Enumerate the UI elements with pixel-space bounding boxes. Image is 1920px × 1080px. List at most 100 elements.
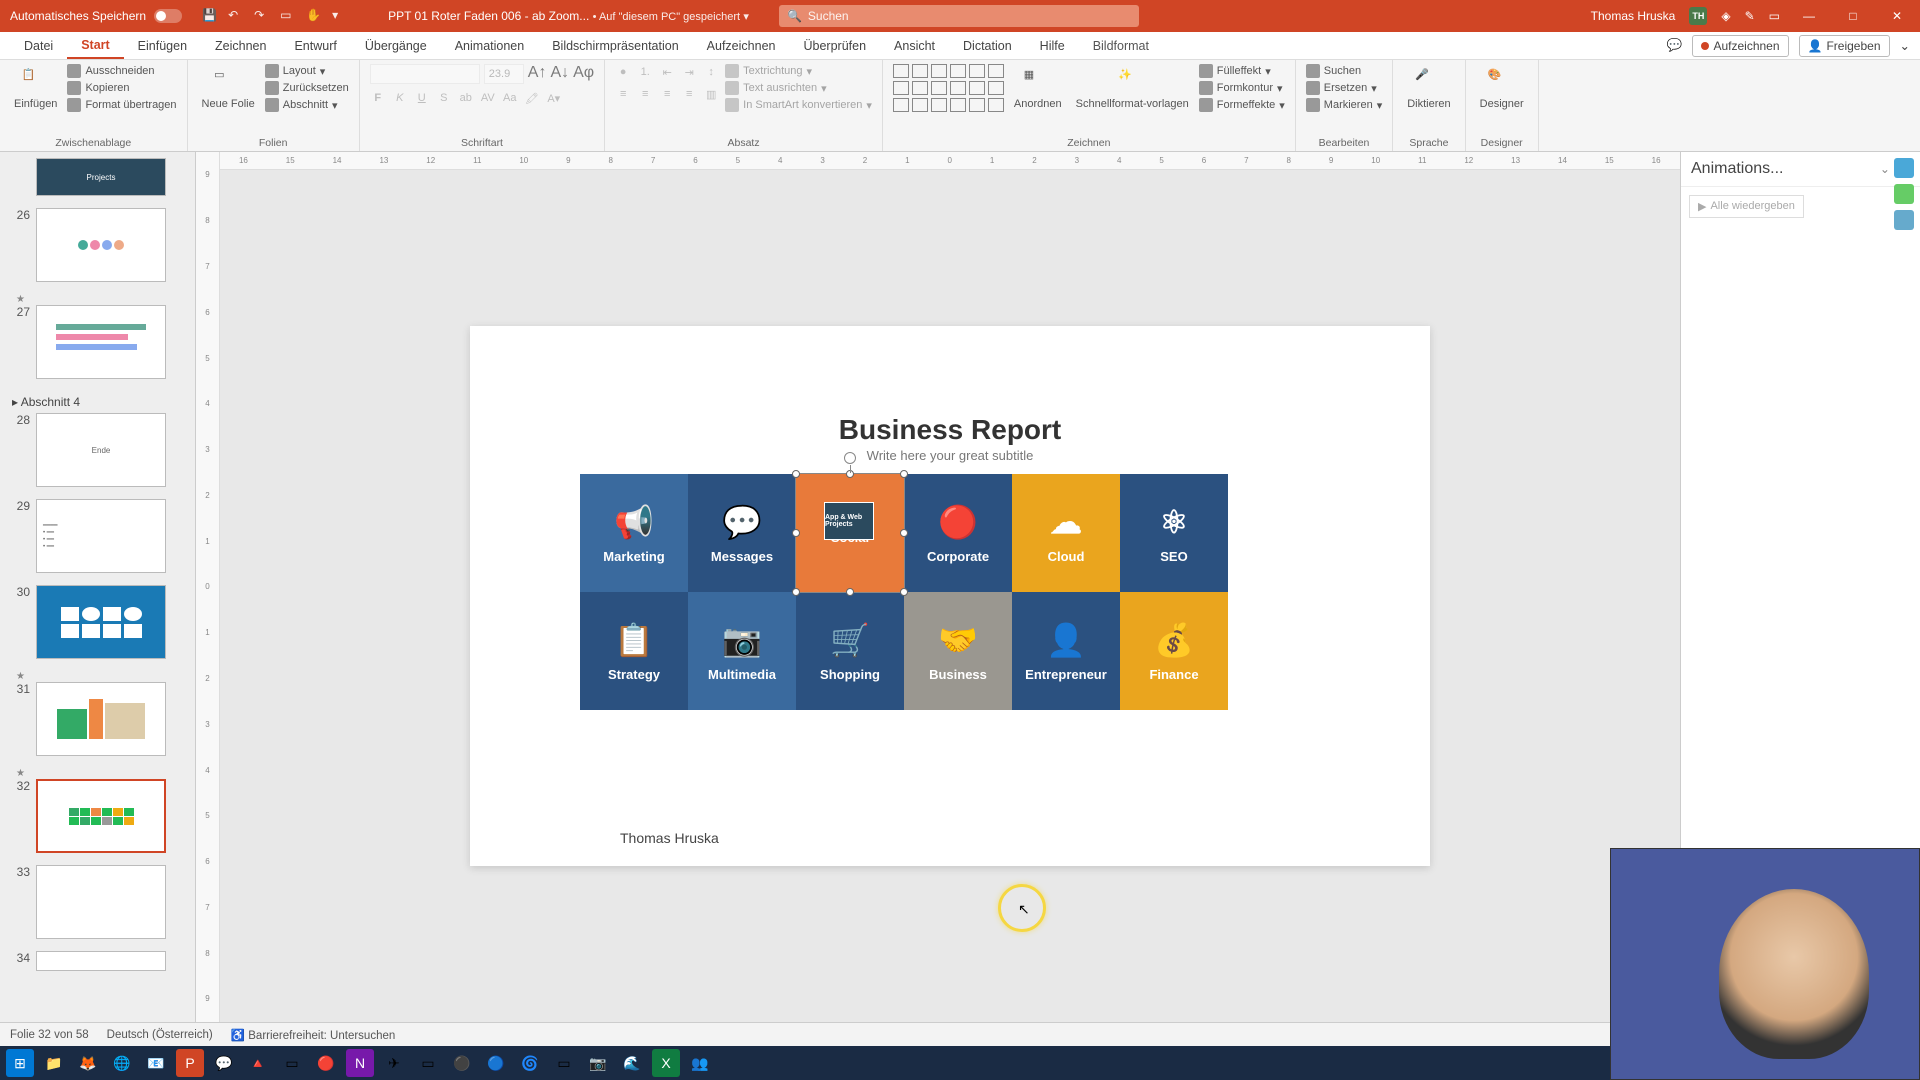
section-header[interactable]: ▸ Abschnitt 4 [12,391,183,413]
app-icon-8[interactable]: 📷 [584,1049,612,1077]
search-box[interactable]: 🔍 [779,5,1139,27]
edge-icon[interactable]: 🌊 [618,1049,646,1077]
tile-entrepreneur[interactable]: 👤Entrepreneur [1012,592,1120,710]
save-icon[interactable]: 💾 [202,8,218,24]
slide-thumb-30[interactable] [36,585,166,659]
tile-messages[interactable]: 💬Messages [688,474,796,592]
bold-button[interactable]: F [370,90,386,106]
telegram-icon[interactable]: ✈ [380,1049,408,1077]
align-right-icon[interactable]: ≡ [659,86,675,102]
numbering-icon[interactable]: 1. [637,64,653,80]
start-button[interactable]: ⊞ [6,1049,34,1077]
explorer-icon[interactable]: 📁 [40,1049,68,1077]
font-family-input[interactable] [370,64,480,84]
shape-fill-button[interactable]: Fülleffekt ▾ [1199,64,1285,78]
tab-bildformat[interactable]: Bildformat [1079,34,1163,58]
align-text-button[interactable]: Text ausrichten ▾ [725,81,872,95]
tab-bildschirm[interactable]: Bildschirmpräsentation [538,34,692,58]
drawing-tool-icon[interactable]: ✎ [1745,9,1755,23]
dictate-button[interactable]: 🎤Diktieren [1403,64,1454,114]
app-icon-6[interactable]: 🌀 [516,1049,544,1077]
slide-thumb-26[interactable] [36,208,166,282]
excel-icon[interactable]: X [652,1049,680,1077]
undo-icon[interactable]: ↶ [228,8,244,24]
autosave-toggle[interactable] [154,9,182,23]
case-button[interactable]: Aa [502,90,518,106]
dragged-thumbnail[interactable]: App & Web Projects [824,502,874,540]
designer-button[interactable]: 🎨Designer [1476,64,1528,114]
slide-canvas[interactable]: Business Report Write here your great su… [220,170,1680,1022]
line-spacing-icon[interactable]: ↕ [703,64,719,80]
tab-aufzeichnen[interactable]: Aufzeichnen [693,34,790,58]
app-icon-3[interactable]: 🔴 [312,1049,340,1077]
side-tool-3[interactable] [1894,210,1914,230]
slide-title[interactable]: Business Report [470,414,1430,446]
spacing-button[interactable]: AV [480,90,496,106]
tab-uebergaenge[interactable]: Übergänge [351,34,441,58]
slide-counter[interactable]: Folie 32 von 58 [10,1029,89,1041]
search-input[interactable] [808,9,1131,23]
firefox-icon[interactable]: 🦊 [74,1049,102,1077]
smartart-button[interactable]: In SmartArt konvertieren ▾ [725,98,872,112]
slide-thumb-32[interactable] [36,779,166,853]
app-icon-7[interactable]: ▭ [550,1049,578,1077]
shapes-gallery[interactable] [893,64,1004,112]
format-painter-button[interactable]: Format übertragen [67,98,176,112]
select-button[interactable]: Markieren ▾ [1306,98,1382,112]
user-avatar[interactable]: TH [1689,7,1707,25]
tile-multimedia[interactable]: 📷Multimedia [688,592,796,710]
maximize-button[interactable]: □ [1838,6,1868,26]
copy-button[interactable]: Kopieren [67,81,176,95]
cut-button[interactable]: Ausschneiden [67,64,176,78]
record-button[interactable]: Aufzeichnen [1692,35,1788,57]
new-slide-button[interactable]: ▭Neue Folie [198,64,259,114]
side-tool-1[interactable] [1894,158,1914,178]
collapse-ribbon-icon[interactable]: ⌄ [1900,38,1910,53]
highlight-button[interactable]: 🖍 [524,90,540,106]
redo-icon[interactable]: ↷ [254,8,270,24]
replace-button[interactable]: Ersetzen ▾ [1306,81,1382,95]
align-left-icon[interactable]: ≡ [615,86,631,102]
share-button[interactable]: 👤Freigeben [1799,35,1890,57]
section-button[interactable]: Abschnitt ▾ [265,98,349,112]
tab-hilfe[interactable]: Hilfe [1026,34,1079,58]
shadow-button[interactable]: ab [458,90,474,106]
tile-corporate[interactable]: 🔴Corporate [904,474,1012,592]
tile-strategy[interactable]: 📋Strategy [580,592,688,710]
clear-format-icon[interactable]: Aφ [573,64,594,84]
tab-entwurf[interactable]: Entwurf [280,34,350,58]
align-center-icon[interactable]: ≡ [637,86,653,102]
touch-icon[interactable]: ✋ [306,8,322,24]
tab-zeichnen[interactable]: Zeichnen [201,34,280,58]
chrome-icon[interactable]: 🌐 [108,1049,136,1077]
bullets-icon[interactable]: ⦁ [615,64,631,80]
teams-icon[interactable]: 👥 [686,1049,714,1077]
powerpoint-icon[interactable]: P [176,1049,204,1077]
shape-outline-button[interactable]: Formkontur ▾ [1199,81,1285,95]
paste-button[interactable]: 📋Einfügen [10,64,61,114]
indent-dec-icon[interactable]: ⇤ [659,64,675,80]
present-icon[interactable]: ▭ [280,8,296,24]
italic-button[interactable]: K [392,90,408,106]
text-direction-button[interactable]: Textrichtung ▾ [725,64,872,78]
layout-button[interactable]: Layout ▾ [265,64,349,78]
indent-inc-icon[interactable]: ⇥ [681,64,697,80]
slide-thumb-25[interactable]: Projects [36,158,166,196]
slide-author[interactable]: Thomas Hruska [620,830,719,846]
app-icon-4[interactable]: ▭ [414,1049,442,1077]
tab-animationen[interactable]: Animationen [441,34,539,58]
tile-finance[interactable]: 💰Finance [1120,592,1228,710]
slide-thumb-33[interactable] [36,865,166,939]
app-icon-5[interactable]: 🔵 [482,1049,510,1077]
obs-icon[interactable]: ⚫ [448,1049,476,1077]
quick-styles-button[interactable]: ✨Schnellformat-vorlagen [1072,64,1193,114]
tab-ansicht[interactable]: Ansicht [880,34,949,58]
reset-button[interactable]: Zurücksetzen [265,81,349,95]
increase-font-icon[interactable]: A↑ [528,64,547,84]
slide-thumb-28[interactable]: Ende [36,413,166,487]
side-tool-2[interactable] [1894,184,1914,204]
tile-business[interactable]: 🤝Business [904,592,1012,710]
tile-marketing[interactable]: 📢Marketing [580,474,688,592]
tile-social[interactable]: SocialApp & Web Projects [796,474,904,592]
columns-icon[interactable]: ▥ [703,86,719,102]
